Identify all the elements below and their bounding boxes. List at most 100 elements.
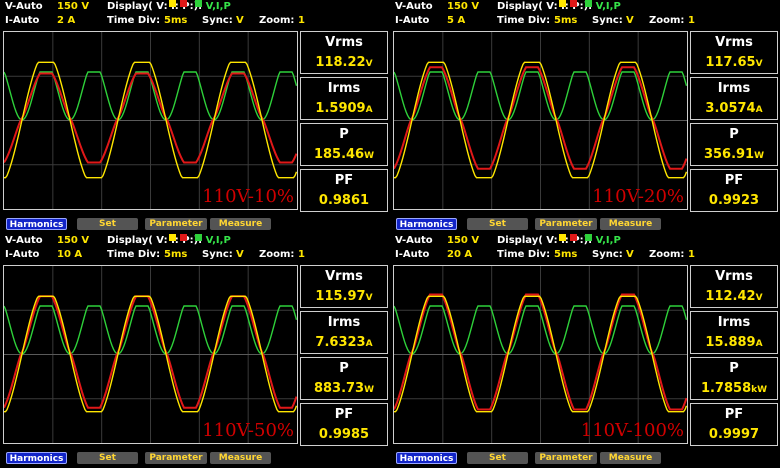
v-auto-label: V-Auto: [5, 1, 43, 12]
voltage-color-swatch: [168, 0, 176, 7]
zoom-value: 1: [298, 249, 305, 260]
current-color-swatch: [569, 234, 577, 241]
vrms-value: 118.22V: [315, 55, 373, 70]
header-row-2: I-Auto 2 A Time Div: 5ms Sync: V Zoom: 1: [0, 14, 390, 28]
set-button[interactable]: Set: [77, 452, 138, 464]
v-auto-label: V-Auto: [395, 235, 433, 246]
vrms-value: 115.97V: [315, 289, 373, 304]
v-auto-label: V-Auto: [395, 1, 433, 12]
measurement-column: Vrms 117.65V Irms 3.0574A P 356.91W PF 0…: [690, 31, 778, 212]
parameter-button[interactable]: Parameter: [535, 218, 597, 230]
vrms-label: Vrms: [715, 35, 753, 50]
header-row-2: I-Auto 5 A Time Div: 5ms Sync: V Zoom: 1: [390, 14, 780, 28]
analyzer-panel-2: V-Auto 150 V Display( V: I: P:): V,I,P I…: [390, 0, 780, 234]
i-auto-label: I-Auto: [395, 249, 430, 260]
vrms-box: Vrms 115.97V: [300, 265, 388, 308]
irms-value: 1.5909A: [315, 101, 373, 116]
waveform-display: 110V-100%: [393, 265, 688, 444]
irms-value: 7.6323A: [315, 335, 373, 350]
measure-button[interactable]: Measure: [210, 218, 271, 230]
measurement-column: Vrms 112.42V Irms 15.889A P 1.7858kW PF …: [690, 265, 778, 446]
i-range-value: 20 A: [447, 249, 473, 260]
pf-box: PF 0.9997: [690, 403, 778, 446]
pf-label: PF: [724, 173, 744, 188]
v-range-value: 150 V: [57, 1, 90, 12]
sync-value: V: [236, 15, 244, 26]
harmonics-button[interactable]: Harmonics: [6, 218, 67, 230]
harmonics-button[interactable]: Harmonics: [396, 452, 457, 464]
zoom-value: 1: [298, 15, 305, 26]
vrms-value: 112.42V: [705, 289, 763, 304]
waveform-svg: [4, 266, 297, 443]
irms-label: Irms: [327, 81, 361, 96]
analyzer-panel-1: V-Auto 150 V Display( V: I: P:): V,I,P I…: [0, 0, 390, 234]
voltage-color-swatch: [558, 234, 566, 241]
set-button[interactable]: Set: [467, 218, 528, 230]
measure-button[interactable]: Measure: [210, 452, 271, 464]
pf-label: PF: [334, 173, 354, 188]
zoom-label: Zoom:: [649, 249, 685, 260]
header-row-2: I-Auto 20 A Time Div: 5ms Sync: V Zoom: …: [390, 248, 780, 262]
sync-label: Sync:: [592, 15, 623, 26]
measure-button[interactable]: Measure: [600, 452, 661, 464]
irms-label: Irms: [327, 315, 361, 330]
zoom-label: Zoom:: [259, 249, 295, 260]
power-label: P: [339, 361, 349, 376]
i-range-value: 2 A: [57, 15, 76, 26]
pf-box: PF 0.9985: [300, 403, 388, 446]
header-row-1: V-Auto 150 V Display( V: I: P:): V,I,P: [0, 234, 390, 248]
time-div-label: Time Div:: [107, 15, 161, 26]
v-auto-label: V-Auto: [5, 235, 43, 246]
test-condition-label: 110V-10%: [202, 186, 294, 207]
v-range-value: 150 V: [447, 235, 480, 246]
waveform-display: 110V-50%: [3, 265, 298, 444]
zoom-value: 1: [688, 249, 695, 260]
time-div-value: 5ms: [164, 249, 188, 260]
power-label: P: [729, 361, 739, 376]
parameter-button[interactable]: Parameter: [145, 218, 207, 230]
vrms-box: Vrms 112.42V: [690, 265, 778, 308]
harmonics-button[interactable]: Harmonics: [396, 218, 457, 230]
header-row-1: V-Auto 150 V Display( V: I: P:): V,I,P: [390, 234, 780, 248]
pf-value: 0.9997: [708, 427, 760, 442]
parameter-button[interactable]: Parameter: [535, 452, 597, 464]
sync-label: Sync:: [592, 249, 623, 260]
time-div-value: 5ms: [554, 249, 578, 260]
header-row-1: V-Auto 150 V Display( V: I: P:): V,I,P: [390, 0, 780, 14]
power-color-swatch: [584, 0, 592, 7]
sync-value: V: [626, 249, 634, 260]
power-box: P 356.91W: [690, 123, 778, 166]
vrms-value: 117.65V: [705, 55, 763, 70]
softkey-bar: Harmonics Set Parameter Measure: [0, 216, 390, 230]
header-row-1: V-Auto 150 V Display( V: I: P:): V,I,P: [0, 0, 390, 14]
display-label: Display( V: I: P:): V,I,P: [107, 234, 231, 246]
measurement-column: Vrms 118.22V Irms 1.5909A P 185.46W PF 0…: [300, 31, 388, 212]
i-range-value: 5 A: [447, 15, 466, 26]
power-value: 1.7858kW: [700, 381, 768, 396]
time-div-value: 5ms: [164, 15, 188, 26]
sync-value: V: [236, 249, 244, 260]
set-button[interactable]: Set: [467, 452, 528, 464]
harmonics-button[interactable]: Harmonics: [6, 452, 67, 464]
softkey-bar: Harmonics Set Parameter Measure: [0, 450, 390, 464]
measure-button[interactable]: Measure: [600, 218, 661, 230]
zoom-value: 1: [688, 15, 695, 26]
test-condition-label: 110V-50%: [202, 420, 294, 441]
analyzer-panel-3: V-Auto 150 V Display( V: I: P:): V,I,P I…: [0, 234, 390, 468]
measurement-column: Vrms 115.97V Irms 7.6323A P 883.73W PF 0…: [300, 265, 388, 446]
time-div-label: Time Div:: [107, 249, 161, 260]
power-value: 185.46W: [313, 147, 375, 162]
power-label: P: [339, 127, 349, 142]
set-button[interactable]: Set: [77, 218, 138, 230]
v-range-value: 150 V: [447, 1, 480, 12]
parameter-button[interactable]: Parameter: [145, 452, 207, 464]
power-label: P: [729, 127, 739, 142]
display-label: Display( V: I: P:): V,I,P: [497, 0, 621, 12]
current-color-swatch: [569, 0, 577, 7]
pf-box: PF 0.9923: [690, 169, 778, 212]
v-range-value: 150 V: [57, 235, 90, 246]
power-value: 883.73W: [313, 381, 375, 396]
irms-box: Irms 3.0574A: [690, 77, 778, 120]
waveform-display: 110V-20%: [393, 31, 688, 210]
softkey-bar: Harmonics Set Parameter Measure: [390, 216, 780, 230]
